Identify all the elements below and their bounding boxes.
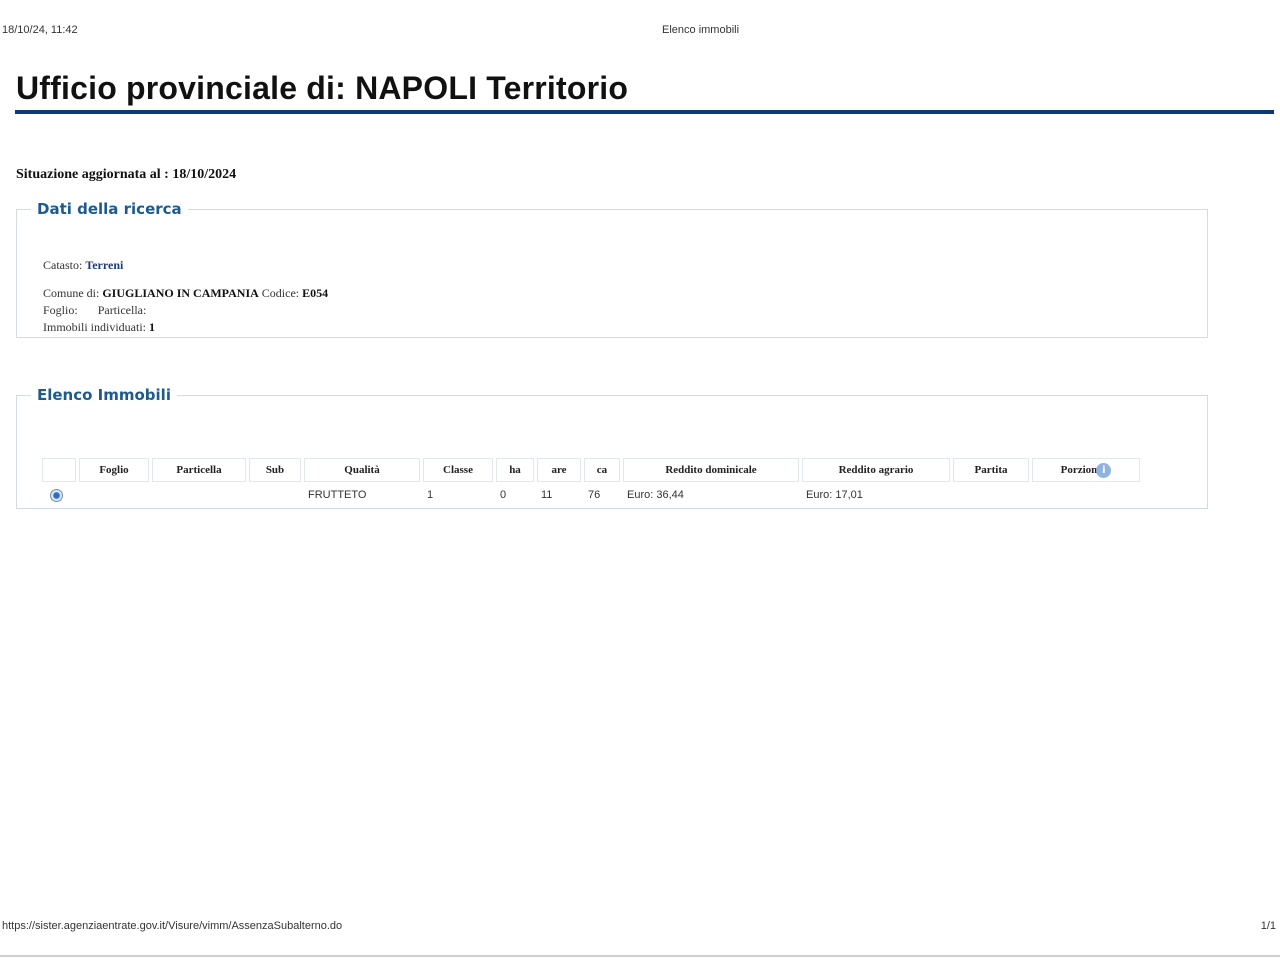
- cell-partita: [953, 482, 1029, 508]
- col-qualita-header: Qualità: [304, 458, 420, 482]
- catasto-line: Catasto: Terreni: [43, 258, 123, 273]
- info-icon[interactable]: i: [1096, 462, 1112, 478]
- radio-selected-icon[interactable]: [50, 488, 63, 502]
- comune-line: Comune di: GIUGLIANO IN CAMPANIA Codice:…: [43, 286, 328, 301]
- col-sub-header: Sub: [249, 458, 301, 482]
- print-page-number: 1/1: [1260, 920, 1276, 932]
- dati-ricerca-legend: Dati della ricerca: [37, 200, 182, 218]
- cell-classe: 1: [427, 489, 434, 501]
- col-ha-header: ha: [496, 458, 534, 482]
- elenco-immobili-panel: Elenco Immobili Foglio Particella Sub Qu…: [16, 386, 1208, 509]
- immobili-label: Immobili individuati:: [43, 320, 146, 334]
- cell-sub: [249, 482, 301, 508]
- comune-label: Comune di:: [43, 286, 100, 300]
- catasto-label: Catasto:: [43, 258, 83, 272]
- catasto-value: Terreni: [85, 258, 124, 272]
- foglio-label: Foglio:: [43, 303, 78, 317]
- col-foglio-header: Foglio: [79, 458, 149, 482]
- cell-reddito-dominicale: Euro: 36,44: [627, 489, 684, 501]
- bottom-divider: [0, 955, 1280, 957]
- situazione-date: Situazione aggiornata al : 18/10/2024: [16, 167, 237, 182]
- cell-qualita: FRUTTETO: [308, 489, 367, 501]
- cell-ha: 0: [500, 489, 507, 501]
- codice-label: Codice:: [261, 286, 300, 300]
- row-select-cell[interactable]: [42, 482, 76, 508]
- codice-value: E054: [302, 286, 329, 300]
- col-are-header: are: [537, 458, 581, 482]
- comune-value: GIUGLIANO IN CAMPANIA: [102, 286, 259, 300]
- col-reddito-dominicale-header: Reddito dominicale: [623, 458, 799, 482]
- col-select-header: [42, 458, 76, 482]
- cell-foglio: [79, 482, 149, 508]
- immobili-line: Immobili individuati: 1: [43, 320, 155, 335]
- table-row: FRUTTETO 1 0 11 76 Euro: 36,44 Euro: 17,…: [42, 482, 1140, 508]
- cell-ca: 76: [588, 489, 601, 501]
- dati-ricerca-panel: Dati della ricerca Catasto: Terreni Comu…: [16, 200, 1208, 338]
- title-divider: [15, 110, 1274, 114]
- col-particella-header: Particella: [152, 458, 246, 482]
- foglio-line: Foglio: Particella:: [43, 303, 146, 318]
- cell-reddito-agrario: Euro: 17,01: [806, 489, 863, 501]
- immobili-value: 1: [149, 320, 155, 334]
- cell-porzioni: [1032, 482, 1140, 508]
- col-ca-header: ca: [584, 458, 620, 482]
- page: 18/10/24, 11:42 Elenco immobili Ufficio …: [0, 0, 1280, 960]
- col-classe-header: Classe: [423, 458, 493, 482]
- particella-label: Particella:: [97, 303, 147, 317]
- cell-particella: [152, 482, 246, 508]
- col-reddito-agrario-header: Reddito agrario: [802, 458, 950, 482]
- elenco-immobili-legend: Elenco Immobili: [37, 386, 171, 404]
- page-title: Ufficio provinciale di: NAPOLI Territori…: [16, 70, 629, 106]
- col-partita-header: Partita: [953, 458, 1029, 482]
- print-doc-title: Elenco immobili: [662, 24, 740, 36]
- print-datetime: 18/10/24, 11:42: [2, 24, 78, 36]
- porzioni-label: Porzioni: [1060, 463, 1101, 476]
- col-porzioni-header: Porzioni i: [1032, 458, 1140, 482]
- immobili-table: Foglio Particella Sub Qualità Classe ha …: [39, 458, 1143, 508]
- cell-are: 11: [541, 489, 553, 501]
- table-header-row: Foglio Particella Sub Qualità Classe ha …: [42, 458, 1140, 482]
- print-url: https://sister.agenziaentrate.gov.it/Vis…: [2, 920, 343, 932]
